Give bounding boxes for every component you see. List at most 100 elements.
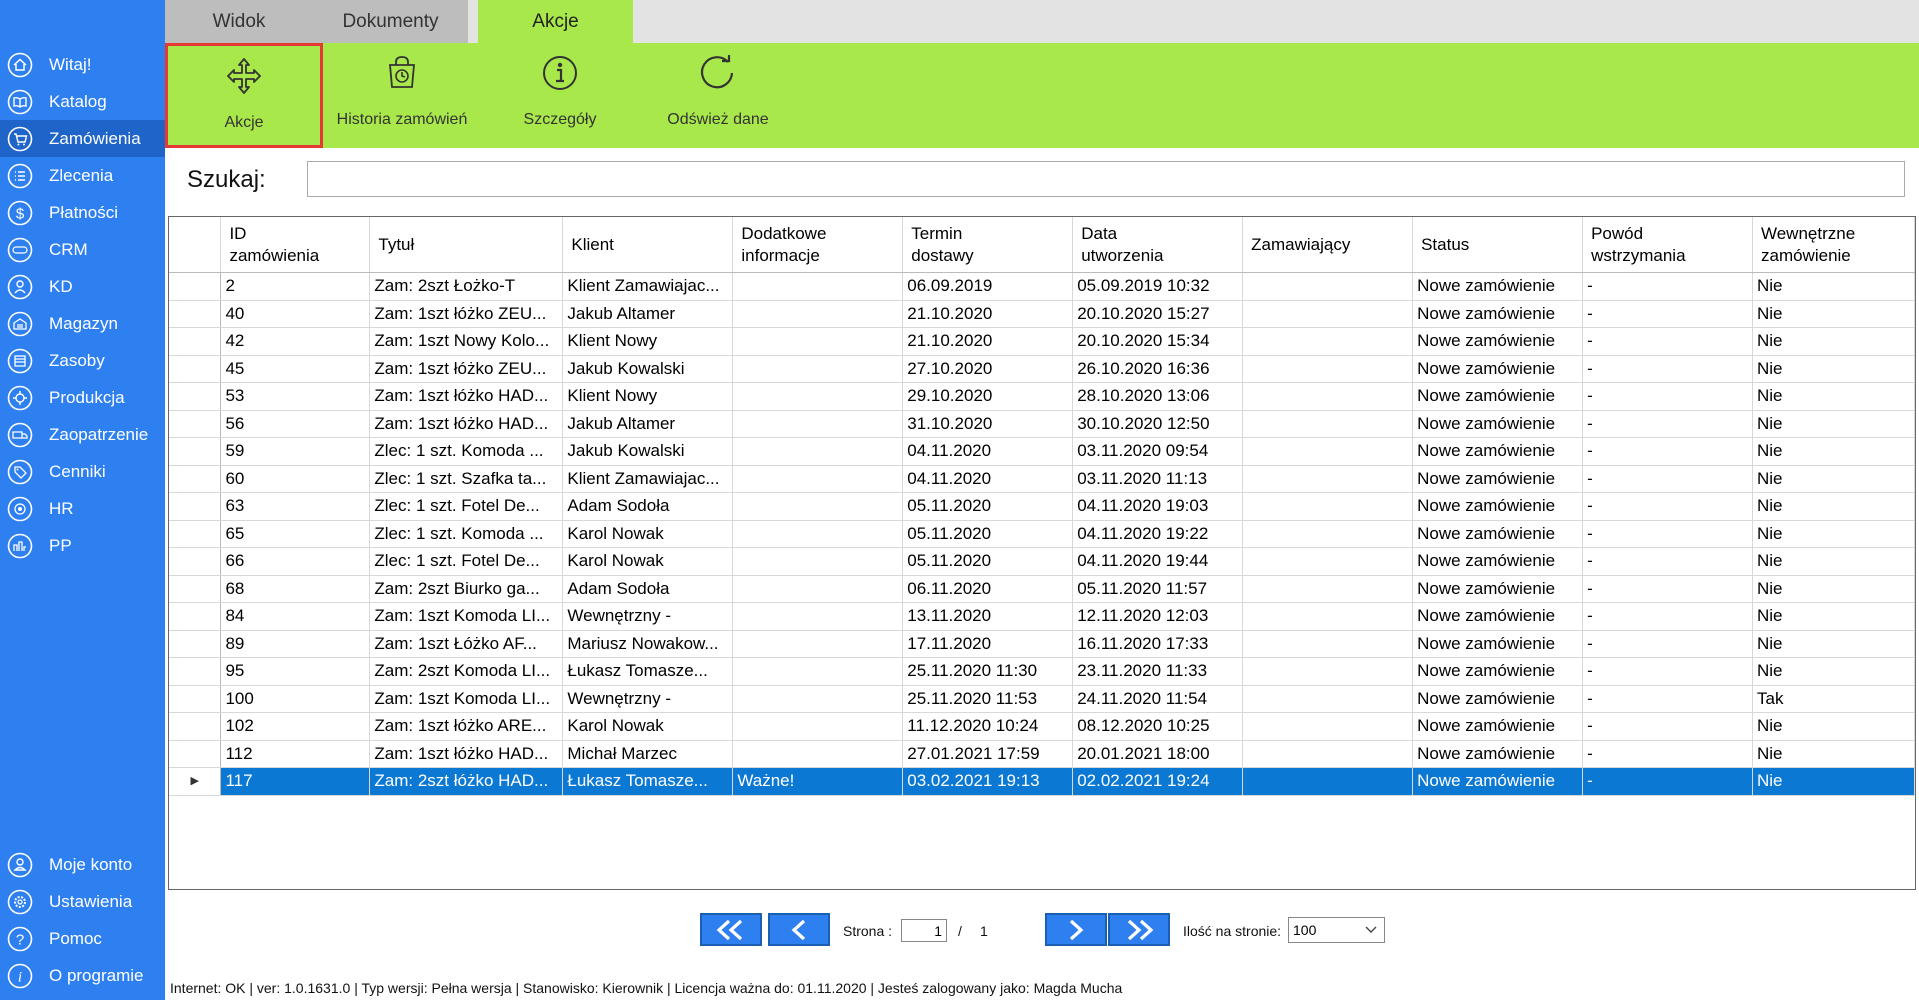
table-cell[interactable]: Nowe zamówienie	[1412, 300, 1584, 328]
sidebar-item-ustawienia[interactable]: Ustawienia	[0, 883, 165, 920]
table-cell[interactable]: -	[1582, 657, 1753, 686]
table-row[interactable]: 59 Zlec: 1 szt. Komoda ... Jakub Kowalski 0…	[169, 437, 1915, 466]
table-cell[interactable]	[1242, 492, 1414, 521]
row-header[interactable]	[169, 272, 222, 301]
row-header[interactable]	[169, 547, 222, 576]
table-cell[interactable]: 20.01.2021 18:00	[1072, 740, 1244, 768]
table-cell[interactable]: 66	[220, 547, 371, 576]
column-header[interactable]: Dodatkowe informacje	[732, 217, 904, 273]
table-cell[interactable]: Nowe zamówienie	[1412, 740, 1584, 768]
table-cell[interactable]: 45	[220, 355, 371, 383]
table-cell[interactable]	[732, 465, 904, 493]
table-cell[interactable]	[732, 630, 904, 658]
table-cell[interactable]	[732, 492, 904, 521]
row-header[interactable]	[169, 712, 222, 741]
table-cell[interactable]: 26.10.2020 16:36	[1072, 355, 1244, 383]
sidebar-item-produkcja[interactable]: Produkcja	[0, 379, 165, 416]
table-cell[interactable]	[1242, 767, 1414, 796]
table-cell[interactable]: 40	[220, 300, 371, 328]
table-cell[interactable]: Nowe zamówienie	[1412, 272, 1584, 301]
sidebar-item-pomoc[interactable]: ? Pomoc	[0, 920, 165, 957]
table-cell[interactable]: 53	[220, 382, 371, 411]
column-header[interactable]: Powód wstrzymania	[1582, 217, 1753, 273]
prev-page-button[interactable]	[768, 913, 830, 946]
table-cell[interactable]: Nie	[1752, 575, 1915, 603]
table-cell[interactable]: Zam: 2szt Łożko-T	[369, 272, 564, 301]
table-cell[interactable]	[732, 410, 904, 438]
table-cell[interactable]	[732, 657, 904, 686]
table-cell[interactable]: Nie	[1752, 602, 1915, 631]
table-cell[interactable]	[732, 437, 904, 466]
table-cell[interactable]: Tak	[1752, 685, 1915, 713]
table-cell[interactable]: Zam: 2szt Biurko ga...	[369, 575, 564, 603]
table-cell[interactable]: Nowe zamówienie	[1412, 657, 1584, 686]
table-cell[interactable]: Nie	[1752, 547, 1915, 576]
table-cell[interactable]: -	[1582, 575, 1753, 603]
table-cell[interactable]: -	[1582, 382, 1753, 411]
table-cell[interactable]	[1242, 685, 1414, 713]
table-cell[interactable]: 21.10.2020	[902, 300, 1074, 328]
table-cell[interactable]: Nie	[1752, 300, 1915, 328]
historia-zamowien-button[interactable]: Historia zamówień	[323, 43, 481, 148]
table-cell[interactable]: Nie	[1752, 657, 1915, 686]
table-cell[interactable]: 27.10.2020	[902, 355, 1074, 383]
table-cell[interactable]: Karol Nowak	[562, 520, 734, 548]
table-cell[interactable]: 05.11.2020	[902, 520, 1074, 548]
table-cell[interactable]: Nie	[1752, 520, 1915, 548]
table-cell[interactable]	[1242, 712, 1414, 741]
row-header[interactable]	[169, 602, 222, 631]
table-cell[interactable]	[1242, 410, 1414, 438]
table-cell[interactable]: Nowe zamówienie	[1412, 630, 1584, 658]
table-cell[interactable]: -	[1582, 327, 1753, 356]
table-cell[interactable]: Nowe zamówienie	[1412, 712, 1584, 741]
sidebar-item-witaj[interactable]: Witaj!	[0, 46, 165, 83]
table-cell[interactable]: 03.11.2020 09:54	[1072, 437, 1244, 466]
per-page-select[interactable]: 100	[1288, 917, 1385, 943]
table-cell[interactable]	[732, 547, 904, 576]
table-cell[interactable]: -	[1582, 712, 1753, 741]
table-cell[interactable]: Nowe zamówienie	[1412, 382, 1584, 411]
table-cell[interactable]: Nowe zamówienie	[1412, 410, 1584, 438]
table-cell[interactable]: 04.11.2020	[902, 437, 1074, 466]
table-cell[interactable]	[1242, 575, 1414, 603]
table-cell[interactable]: 12.11.2020 12:03	[1072, 602, 1244, 631]
table-cell[interactable]: Zam: 1szt łóżko HAD...	[369, 382, 564, 411]
table-cell[interactable]: 04.11.2020 19:22	[1072, 520, 1244, 548]
table-cell[interactable]: 29.10.2020	[902, 382, 1074, 411]
table-cell[interactable]: Nowe zamówienie	[1412, 492, 1584, 521]
table-cell[interactable]: 23.11.2020 11:33	[1072, 657, 1244, 686]
table-cell[interactable]: -	[1582, 355, 1753, 383]
table-cell[interactable]: 04.11.2020 19:03	[1072, 492, 1244, 521]
sidebar-item-zasoby[interactable]: Zasoby	[0, 342, 165, 379]
table-cell[interactable]: Nie	[1752, 767, 1915, 796]
row-header[interactable]	[169, 657, 222, 686]
table-cell[interactable]	[732, 575, 904, 603]
table-cell[interactable]: 05.11.2020	[902, 492, 1074, 521]
table-cell[interactable]: Michał Marzec	[562, 740, 734, 768]
table-cell[interactable]: Nowe zamówienie	[1412, 465, 1584, 493]
table-cell[interactable]: 21.10.2020	[902, 327, 1074, 356]
sidebar-item-cenniki[interactable]: Cenniki	[0, 453, 165, 490]
table-cell[interactable]: 117	[220, 767, 371, 796]
table-cell[interactable]	[1242, 547, 1414, 576]
table-cell[interactable]: Jakub Kowalski	[562, 437, 734, 466]
sidebar-item-magazyn[interactable]: Magazyn	[0, 305, 165, 342]
table-cell[interactable]: Nie	[1752, 492, 1915, 521]
table-cell[interactable]: 03.11.2020 11:13	[1072, 465, 1244, 493]
table-cell[interactable]: Nowe zamówienie	[1412, 355, 1584, 383]
table-cell[interactable]: Zam: 1szt łóżko ZEU...	[369, 355, 564, 383]
table-cell[interactable]: 60	[220, 465, 371, 493]
last-page-button[interactable]	[1108, 913, 1170, 946]
table-cell[interactable]	[732, 300, 904, 328]
row-header[interactable]	[169, 520, 222, 548]
table-cell[interactable]: 27.01.2021 17:59	[902, 740, 1074, 768]
table-cell[interactable]: 2	[220, 272, 371, 301]
table-cell[interactable]	[732, 327, 904, 356]
table-cell[interactable]: -	[1582, 602, 1753, 631]
table-cell[interactable]	[732, 712, 904, 741]
table-row[interactable]: 102 Zam: 1szt łóżko ARE... Karol Nowak 11.1…	[169, 712, 1915, 741]
table-cell[interactable]: 20.10.2020 15:34	[1072, 327, 1244, 356]
row-header[interactable]	[169, 630, 222, 658]
table-cell[interactable]: Adam Sodoła	[562, 492, 734, 521]
page-number-input[interactable]	[901, 919, 947, 942]
